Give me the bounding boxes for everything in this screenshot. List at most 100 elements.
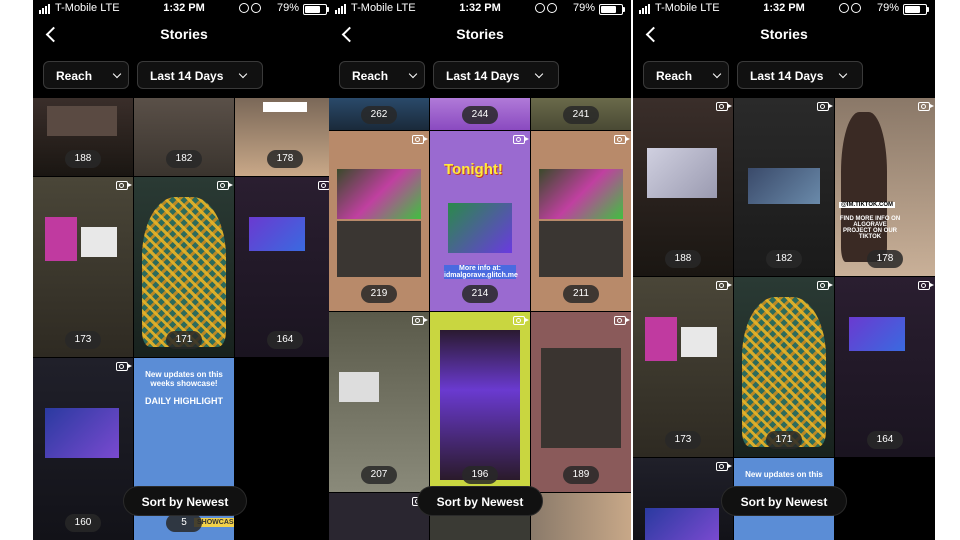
- reach-count: 188: [665, 250, 701, 268]
- sort-button[interactable]: Sort by Newest: [417, 486, 543, 516]
- reach-count: 219: [361, 285, 397, 303]
- video-camera-icon: [614, 316, 630, 325]
- orientation-lock-icon: [839, 3, 849, 13]
- story-thumbnail[interactable]: 244: [430, 98, 530, 130]
- story-thumbnail[interactable]: 262: [329, 98, 429, 130]
- battery-percent: 79%: [276, 2, 299, 14]
- chevron-down-icon: [838, 69, 848, 79]
- phone-screen-3: T-Mobile LTE 1:32 PM 79% Stories Reach L…: [633, 0, 935, 540]
- video-camera-icon: [116, 181, 132, 190]
- stories-grid: 188 182 @IM.TIKTOK.COM FIND MORE INFO ON…: [633, 98, 935, 540]
- filter-bar: Reach Last 14 Days: [643, 61, 935, 89]
- story-thumbnail[interactable]: 164: [235, 177, 335, 357]
- video-camera-icon: [217, 181, 233, 190]
- phone-screen-2: T-Mobile LTE 1:32 PM 79% Stories Reach L…: [329, 0, 631, 540]
- chevron-down-icon: [238, 69, 248, 79]
- reach-count: 188: [65, 150, 101, 168]
- chevron-down-icon: [534, 69, 544, 79]
- video-camera-icon: [116, 362, 132, 371]
- story-thumbnail[interactable]: 160: [33, 358, 133, 540]
- date-range-label: Last 14 Days: [150, 69, 224, 83]
- metric-dropdown[interactable]: Reach: [43, 61, 129, 89]
- stories-grid: 188 182 178 173 171 164 160 New updates …: [33, 98, 335, 540]
- filter-bar: Reach Last 14 Days: [339, 61, 631, 89]
- story-thumbnail[interactable]: [329, 493, 429, 540]
- stories-grid: 262 244 241 219 Tonight! More info at: i…: [329, 98, 631, 540]
- orientation-lock-icon: [535, 3, 545, 13]
- nav-bar: Stories: [329, 18, 631, 54]
- chevron-down-icon: [408, 69, 418, 79]
- story-thumbnail[interactable]: 188: [633, 98, 733, 276]
- reach-count: 211: [563, 285, 599, 303]
- nav-bar: Stories: [633, 18, 935, 54]
- phone-screen-1: T-Mobile LTE 1:32 PM 79% Stories Reach L…: [33, 0, 335, 540]
- video-camera-icon: [817, 281, 833, 290]
- video-camera-icon: [513, 135, 529, 144]
- alarm-icon: [851, 3, 861, 13]
- reach-count: 171: [166, 331, 202, 349]
- story-thumbnail[interactable]: 171: [734, 277, 834, 457]
- reach-count: 214: [462, 285, 498, 303]
- story-thumbnail[interactable]: 182: [134, 98, 234, 176]
- story-thumbnail[interactable]: 241: [531, 98, 631, 130]
- nav-bar: Stories: [33, 18, 335, 54]
- find-more-text: FIND MORE INFO ON ALGORAVE PROJECT ON OU…: [839, 216, 901, 240]
- video-camera-icon: [513, 316, 529, 325]
- story-thumbnail[interactable]: 178: [235, 98, 335, 176]
- reach-count: 164: [267, 331, 303, 349]
- metric-dropdown-label: Reach: [56, 69, 93, 83]
- story-thumbnail[interactable]: 171: [134, 177, 234, 357]
- date-range-dropdown[interactable]: Last 14 Days: [737, 61, 863, 89]
- reach-count: 164: [867, 431, 903, 449]
- battery-icon: [903, 4, 929, 15]
- page-title: Stories: [160, 26, 208, 42]
- date-range-dropdown[interactable]: Last 14 Days: [433, 61, 559, 89]
- metric-dropdown[interactable]: Reach: [643, 61, 729, 89]
- status-bar: T-Mobile LTE 1:32 PM 79%: [329, 0, 631, 18]
- metric-dropdown-label: Reach: [352, 69, 389, 83]
- updates-title: New updates on this weeks showcase!: [145, 370, 223, 388]
- battery-percent: 79%: [572, 2, 595, 14]
- story-thumbnail[interactable]: 188: [33, 98, 133, 176]
- reach-count: 178: [267, 150, 303, 168]
- sort-button[interactable]: Sort by Newest: [123, 486, 247, 516]
- reach-count: 244: [462, 106, 498, 124]
- story-thumbnail[interactable]: 164: [835, 277, 935, 457]
- video-camera-icon: [412, 316, 428, 325]
- reach-count: 171: [766, 431, 802, 449]
- reach-count: 178: [867, 250, 903, 268]
- reach-count: 207: [361, 466, 397, 484]
- battery-icon: [599, 4, 625, 15]
- story-thumbnail[interactable]: 182: [734, 98, 834, 276]
- page-title: Stories: [760, 26, 808, 42]
- story-thumbnail[interactable]: 173: [33, 177, 133, 357]
- date-range-dropdown[interactable]: Last 14 Days: [137, 61, 263, 89]
- video-camera-icon: [614, 135, 630, 144]
- battery-percent: 79%: [876, 2, 899, 14]
- story-thumbnail[interactable]: @IM.TIKTOK.COM FIND MORE INFO ON ALGORAV…: [835, 98, 935, 276]
- story-thumbnail[interactable]: [633, 458, 733, 540]
- sort-button[interactable]: Sort by Newest: [721, 486, 847, 516]
- story-thumbnail[interactable]: 189: [531, 312, 631, 492]
- updates-heading: DAILY HIGHLIGHT: [144, 396, 223, 406]
- story-thumbnail[interactable]: Tonight! More info at: idmalgorave.glitc…: [430, 131, 530, 311]
- story-thumbnail-empty: [835, 458, 935, 540]
- story-thumbnail[interactable]: 219: [329, 131, 429, 311]
- reach-count: 262: [361, 106, 397, 124]
- metric-dropdown[interactable]: Reach: [339, 61, 425, 89]
- story-thumbnail[interactable]: 211: [531, 131, 631, 311]
- story-thumbnail[interactable]: 173: [633, 277, 733, 457]
- chevron-down-icon: [712, 69, 722, 79]
- story-thumbnail[interactable]: 207: [329, 312, 429, 492]
- video-camera-icon: [817, 102, 833, 111]
- reach-count: 182: [766, 250, 802, 268]
- orientation-lock-icon: [239, 3, 249, 13]
- battery-icon: [303, 4, 329, 15]
- story-thumbnail[interactable]: 196: [430, 312, 530, 492]
- date-range-label: Last 14 Days: [750, 69, 824, 83]
- story-thumbnail-empty: [235, 358, 335, 540]
- reach-count: 196: [462, 466, 498, 484]
- more-info-text: More info at: idmalgorave.glitch.me: [444, 265, 518, 279]
- story-thumbnail[interactable]: [531, 493, 631, 540]
- chevron-down-icon: [112, 69, 122, 79]
